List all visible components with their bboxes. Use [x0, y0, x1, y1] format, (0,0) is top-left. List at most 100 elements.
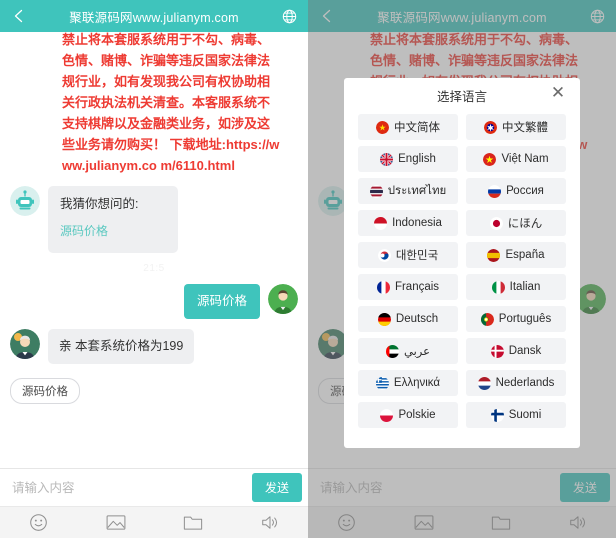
screenshot-stage: 聚联源码网www.julianym.com 禁止将本套服系统用于不勾、病毒、 色…: [0, 0, 616, 538]
chat-panel-right: 聚联源码网www.julianym.com 禁止将本套服系统用于不勾、病毒、 色…: [308, 0, 616, 538]
language-option-label: Indonesia: [392, 217, 442, 229]
bot-suggestion-title: 我猜你想问的:: [60, 197, 139, 211]
language-option-label: 대한민국: [395, 250, 439, 262]
notice-line: 色情、赌博、诈骗等违反国家法律法: [62, 53, 271, 68]
notice-line: 关行政执法机关清查。本客服系统不: [62, 95, 271, 110]
language-option-id[interactable]: Indonesia: [358, 210, 458, 236]
language-option-label: Français: [394, 281, 440, 293]
system-notice-text: 禁止将本套服系统用于不勾、病毒、 色情、赌博、诈骗等违反国家法律法 规行业，如有…: [50, 32, 298, 176]
flag-icon-fr: [376, 280, 390, 294]
language-selector-dialog: 选择语言 ✕ 中文简体 中文繁體 English Việt Nam ประเทศไทย Р…: [344, 78, 580, 448]
language-option-ru[interactable]: Россия: [466, 178, 566, 204]
language-option-gb[interactable]: English: [358, 146, 458, 172]
language-option-pt[interactable]: Português: [466, 306, 566, 332]
flag-icon-es: [487, 248, 501, 262]
message-input[interactable]: [12, 480, 252, 495]
chat-panel-left: 聚联源码网www.julianym.com 禁止将本套服系统用于不勾、病毒、 色…: [0, 0, 308, 538]
language-option-grid: 中文简体 中文繁體 English Việt Nam ประเทศไทย Россия In…: [358, 112, 566, 428]
language-option-label: ประเทศไทย: [387, 185, 447, 197]
language-option-fi[interactable]: Suomi: [466, 402, 566, 428]
send-button[interactable]: 发送: [251, 473, 302, 502]
flag-icon-dk: [490, 344, 504, 358]
flag-icon-pt: [480, 312, 494, 326]
flag-icon-fi: [490, 408, 504, 422]
flag-icon-kr: [377, 248, 391, 262]
language-option-tw[interactable]: 中文繁體: [466, 114, 566, 140]
flag-icon-id: [374, 216, 388, 230]
language-option-pl[interactable]: Polskie: [358, 402, 458, 428]
language-option-label: Polskie: [398, 409, 436, 421]
language-option-th[interactable]: ประเทศไทย: [358, 178, 458, 204]
language-option-label: Россия: [506, 185, 544, 197]
message-row-bot: 我猜你想问的: 源码价格: [10, 186, 298, 253]
bot-suggestion-bubble: 我猜你想问的: 源码价格: [48, 186, 178, 253]
chat-message-list[interactable]: 禁止将本套服系统用于不勾、病毒、 色情、赌博、诈骗等违反国家法律法 规行业，如有…: [0, 32, 308, 468]
flag-icon-ru: [488, 184, 502, 198]
language-option-cn[interactable]: 中文简体: [358, 114, 458, 140]
language-option-label: Việt Nam: [501, 153, 549, 165]
flag-icon-gr: [375, 376, 389, 390]
flag-icon-pl: [380, 408, 394, 422]
language-option-kr[interactable]: 대한민국: [358, 242, 458, 268]
flag-icon-gb: [380, 152, 394, 166]
language-option-label: España: [505, 249, 545, 261]
avatar-user: [268, 284, 298, 314]
flag-icon-vn: [483, 152, 497, 166]
language-option-fr[interactable]: Français: [358, 274, 458, 300]
language-option-jp[interactable]: にほん: [466, 210, 566, 236]
language-option-ae[interactable]: عربي: [358, 338, 458, 364]
message-row-agent: 亲 本套系统价格为199: [10, 329, 298, 364]
quick-reply-chip[interactable]: 源码价格: [10, 378, 80, 404]
agent-message-bubble: 亲 本套系统价格为199: [48, 329, 195, 364]
language-option-label: Suomi: [508, 409, 542, 421]
language-option-label: Português: [498, 313, 552, 325]
notice-line: 规行业，如有发现我公司有权协助相: [62, 74, 271, 89]
language-option-vn[interactable]: Việt Nam: [466, 146, 566, 172]
flag-icon-tw: [484, 120, 497, 134]
avatar-agent: [10, 329, 40, 359]
speaker-icon[interactable]: [231, 513, 308, 532]
notice-line: 些业务请勿购买！: [62, 137, 167, 152]
flag-icon-cn: [376, 120, 389, 134]
notice-line: 支持棋牌以及金融类业务，如涉及这: [62, 116, 271, 131]
language-option-label: Nederlands: [495, 377, 555, 389]
message-timestamp: 21:5: [143, 263, 165, 274]
flag-icon-jp: [489, 216, 503, 230]
language-option-label: 中文简体: [394, 122, 440, 134]
language-option-gr[interactable]: Ελληνικά: [358, 370, 458, 396]
avatar-bot: [10, 186, 40, 216]
language-option-label: Deutsch: [395, 313, 439, 325]
message-input-bar: 发送: [0, 468, 308, 506]
language-option-label: Ελληνικά: [393, 377, 441, 389]
language-dialog-header: 选择语言 ✕: [358, 78, 566, 112]
language-option-dk[interactable]: Dansk: [466, 338, 566, 364]
flag-icon-th: [369, 184, 383, 198]
language-option-label: Dansk: [508, 345, 542, 357]
bot-suggestion-link[interactable]: 源码价格: [60, 222, 166, 241]
notice-line: 禁止将本套服系统用于不勾、病毒、: [62, 32, 271, 47]
user-message-bubble: 源码价格: [183, 284, 260, 319]
emoji-icon[interactable]: [0, 513, 77, 532]
language-option-it[interactable]: Italian: [466, 274, 566, 300]
back-icon[interactable]: [10, 7, 28, 25]
close-icon[interactable]: ✕: [548, 82, 568, 102]
language-option-label: 中文繁體: [502, 122, 548, 134]
language-option-label: عربي: [404, 346, 430, 358]
notice-line: m/6110.html: [160, 158, 235, 173]
language-option-es[interactable]: España: [466, 242, 566, 268]
flag-icon-de: [377, 312, 391, 326]
page-title: 聚联源码网www.julianym.com: [69, 10, 239, 25]
language-option-de[interactable]: Deutsch: [358, 306, 458, 332]
globe-icon[interactable]: [280, 7, 298, 25]
folder-icon[interactable]: [154, 514, 231, 532]
flag-icon-it: [491, 280, 505, 294]
image-icon[interactable]: [77, 513, 154, 532]
flag-icon-nl: [477, 376, 491, 390]
language-option-nl[interactable]: Nederlands: [466, 370, 566, 396]
app-header: 聚联源码网www.julianym.com: [0, 0, 308, 32]
attachment-toolbar: [0, 506, 308, 538]
flag-icon-ae: [386, 344, 399, 358]
language-option-label: Italian: [509, 281, 541, 293]
message-row-user: 源码价格: [10, 284, 298, 319]
language-dialog-title: 选择语言: [436, 89, 487, 104]
